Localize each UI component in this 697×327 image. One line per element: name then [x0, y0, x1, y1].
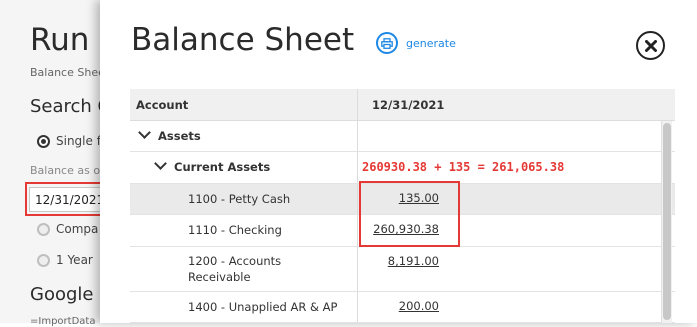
row-value-link[interactable]: 260,930.38	[359, 222, 439, 236]
radio-single-row[interactable]: Single f	[37, 134, 101, 148]
balance-as-of-label: Balance as o	[30, 164, 101, 177]
table-row[interactable]: 1110 - Checking 260,930.38	[130, 215, 675, 247]
scrollbar-thumb[interactable]	[663, 123, 671, 320]
chevron-down-icon[interactable]	[154, 157, 167, 170]
table-row-assets[interactable]: Assets	[130, 121, 675, 152]
report-type-label: Balance Shee	[30, 66, 105, 79]
table-row[interactable]: 1400 - Unapplied AR & AP 200.00	[130, 292, 675, 323]
balance-sheet-modal: Balance Sheet generate Account 12/31/202…	[100, 0, 697, 323]
sum-annotation: 260930.38 + 135 = 261,065.38	[362, 160, 565, 174]
radio-year[interactable]	[37, 253, 50, 267]
table-row[interactable]: 1100 - Petty Cash 135.00	[130, 184, 675, 215]
google-heading: Google F	[30, 284, 110, 305]
row-label: 1400 - Unapplied AR & AP	[188, 300, 338, 314]
column-header-date: 12/31/2021	[372, 98, 445, 112]
search-heading: Search C	[30, 96, 111, 117]
printer-icon	[376, 32, 398, 54]
balance-sheet-table: Account 12/31/2021 Assets Current Assets…	[130, 89, 675, 323]
radio-single-label: Single f	[56, 134, 101, 148]
row-label: Assets	[158, 129, 201, 143]
row-value-link[interactable]: 8,191.00	[359, 254, 439, 268]
generate-button[interactable]: generate	[376, 32, 456, 54]
table-scrollbar[interactable]	[661, 121, 672, 323]
balance-date-input[interactable]: 12/31/2021	[29, 187, 102, 212]
generate-label: generate	[406, 36, 456, 50]
radio-year-label: 1 Year	[56, 253, 93, 267]
radio-compare-row[interactable]: Compa	[37, 222, 98, 236]
radio-compare-label: Compa	[56, 222, 99, 236]
close-icon	[644, 39, 657, 52]
radio-year-row[interactable]: 1 Year	[37, 253, 93, 267]
row-value-link[interactable]: 135.00	[359, 191, 439, 205]
row-label: 1110 - Checking	[188, 223, 282, 237]
close-button[interactable]	[636, 31, 665, 60]
radio-single[interactable]	[37, 134, 50, 148]
row-value-link[interactable]: 200.00	[359, 299, 439, 313]
chevron-down-icon[interactable]	[138, 126, 151, 139]
row-label: 1100 - Petty Cash	[188, 192, 291, 206]
import-data-text: =ImportData	[30, 316, 96, 327]
table-row[interactable]: 1200 - Accounts Receivable 8,191.00	[130, 247, 675, 292]
page-title: Run	[30, 22, 90, 58]
column-header-account: Account	[136, 98, 189, 112]
table-header: Account 12/31/2021	[130, 89, 675, 121]
row-label: 1200 - Accounts Receivable	[188, 254, 282, 284]
row-label: Current Assets	[174, 160, 271, 174]
modal-title: Balance Sheet	[131, 22, 355, 58]
radio-compare[interactable]	[37, 222, 50, 236]
table-row-current-assets[interactable]: Current Assets 260930.38 + 135 = 261,065…	[130, 152, 675, 184]
